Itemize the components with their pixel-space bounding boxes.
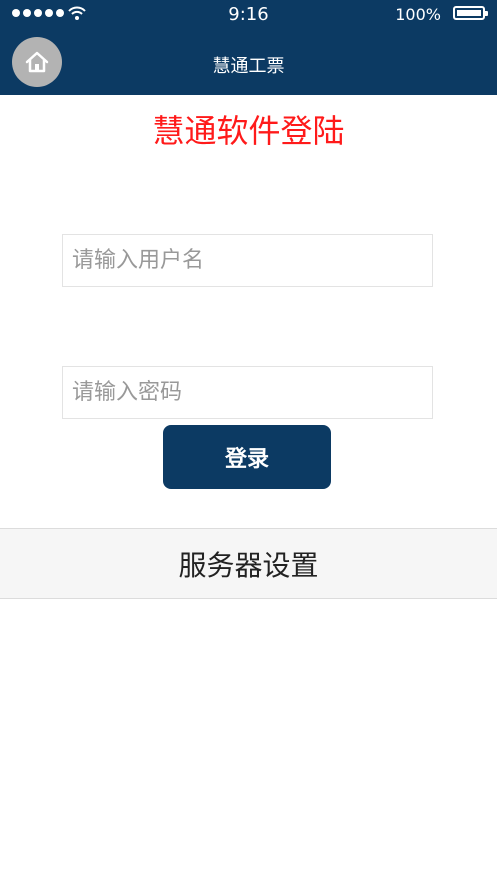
server-settings-button[interactable]: 服务器设置: [0, 528, 497, 599]
login-heading: 慧通软件登陆: [152, 112, 345, 150]
username-input[interactable]: [62, 234, 433, 287]
nav-bar: 慧通工票: [0, 28, 497, 95]
battery-icon: [453, 6, 488, 20]
nav-title: 慧通工票: [212, 56, 285, 77]
status-bar: 9:16 100%: [0, 0, 497, 28]
login-button[interactable]: 登录: [163, 425, 331, 489]
battery-percent: 100%: [395, 5, 441, 24]
server-settings-label: 服务器设置: [178, 548, 319, 582]
password-input[interactable]: [62, 366, 433, 419]
